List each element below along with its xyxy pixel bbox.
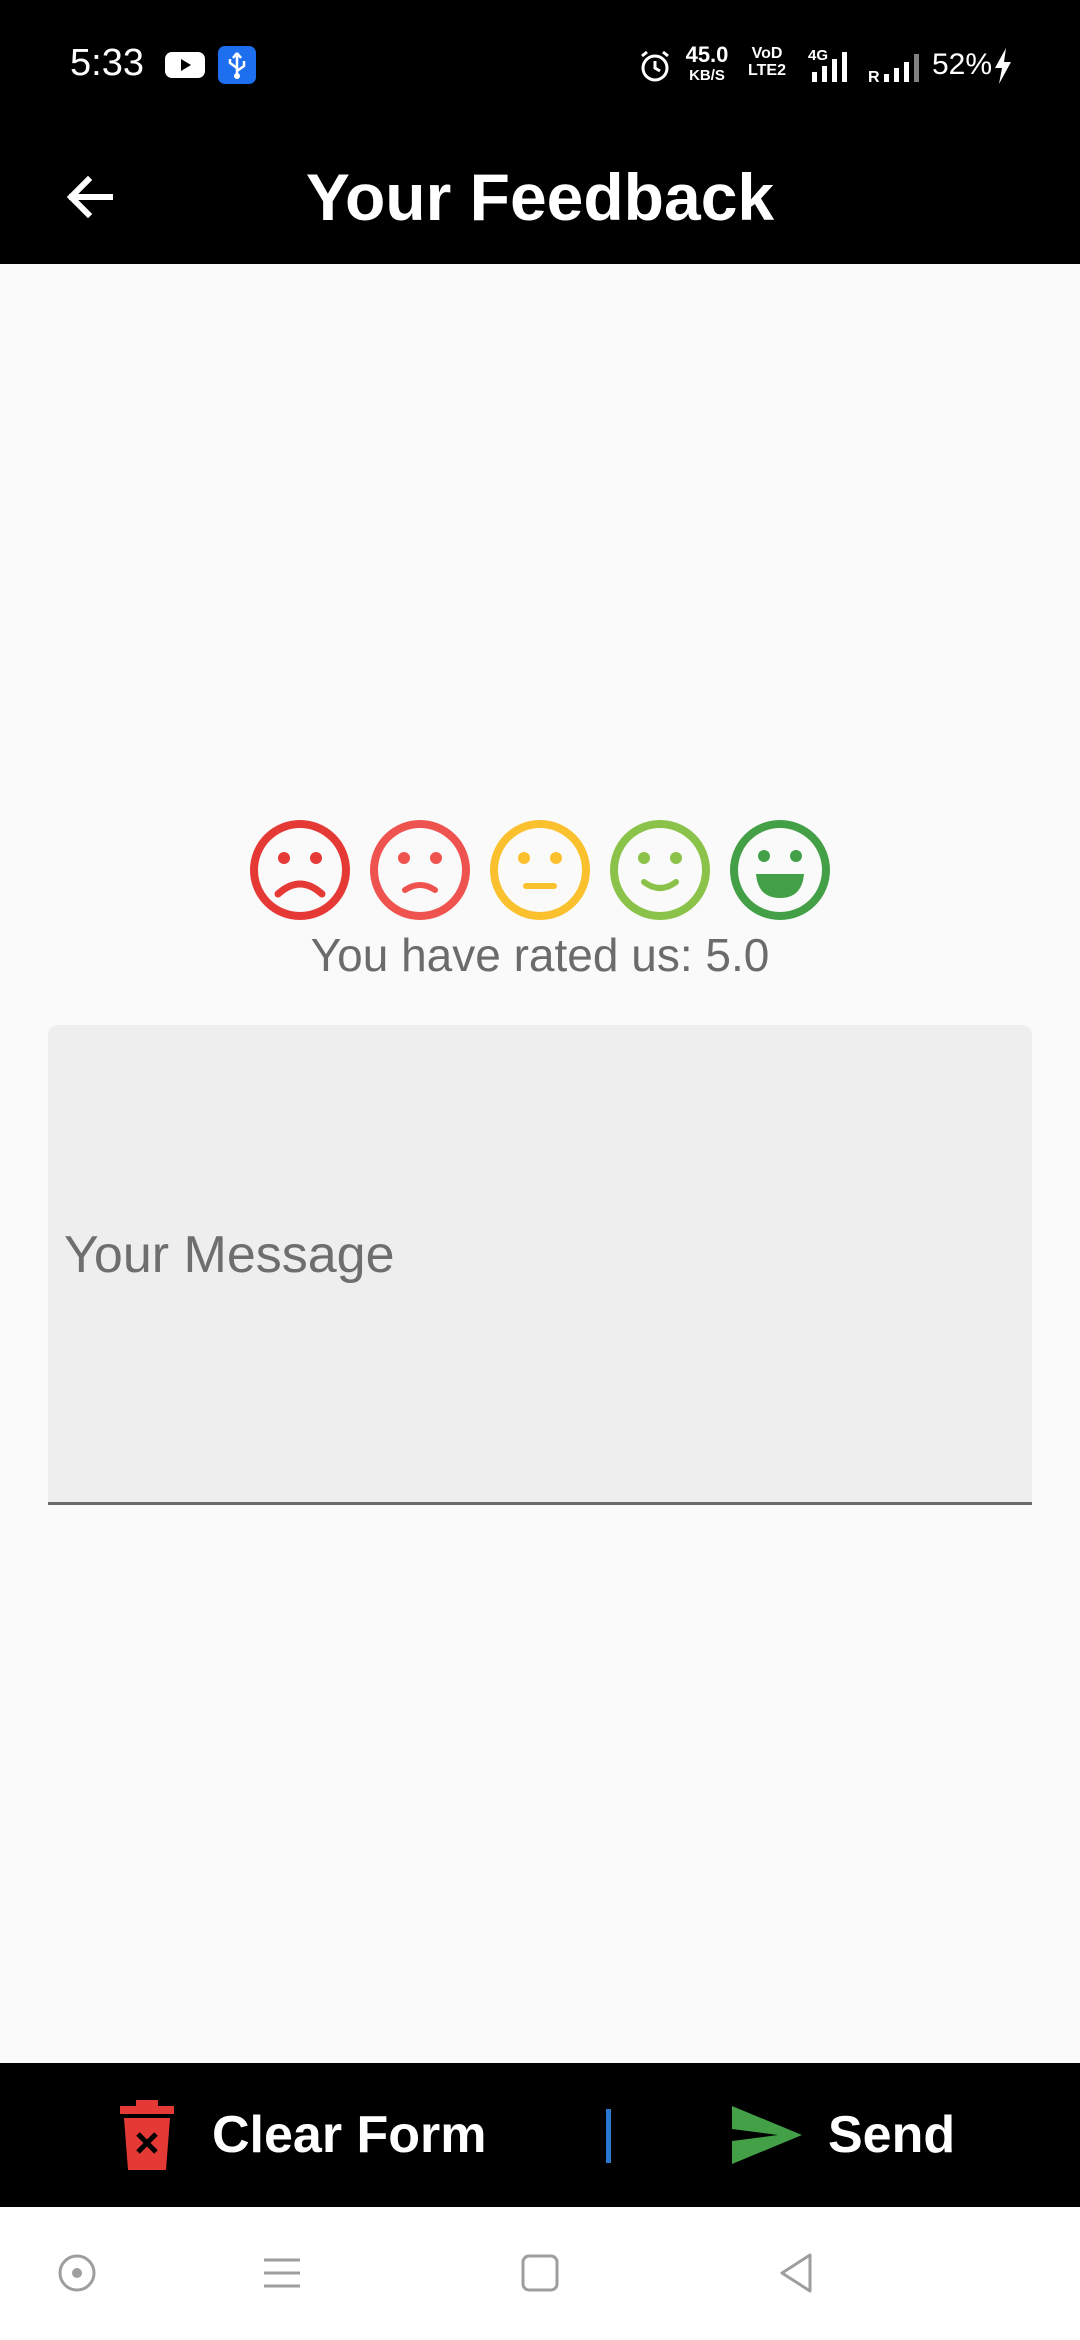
volte-line2: LTE2 <box>748 61 786 79</box>
home-icon[interactable] <box>510 2243 570 2303</box>
alarm-icon <box>641 50 669 82</box>
rating-bar[interactable] <box>248 818 832 922</box>
status-time: 5:33 <box>70 42 144 84</box>
signal-icon: 4G <box>808 47 847 82</box>
clear-form-button[interactable]: Clear Form <box>118 2083 487 2187</box>
very-dissatisfied-face-icon[interactable] <box>248 818 352 922</box>
clear-form-label: Clear Form <box>212 2106 487 2164</box>
system-nav-bar <box>0 2207 1080 2340</box>
message-field-container[interactable] <box>48 1025 1032 1505</box>
network-type: 4G <box>808 47 828 64</box>
trash-icon <box>120 2100 174 2170</box>
assistant-icon[interactable] <box>47 2243 107 2303</box>
battery-percent: 52% <box>932 48 993 81</box>
very-satisfied-face-icon[interactable] <box>728 818 832 922</box>
signal-roaming-icon: R <box>868 54 919 86</box>
back-icon[interactable] <box>766 2243 826 2303</box>
dissatisfied-face-icon[interactable] <box>368 818 472 922</box>
volte-indicator: VoD LTE2 <box>745 45 789 80</box>
network-speed: 45.0 KB/S <box>682 42 732 84</box>
send-label: Send <box>828 2106 956 2164</box>
message-field[interactable] <box>48 1025 1032 1502</box>
neutral-face-icon[interactable] <box>488 818 592 922</box>
app-bar: Your Feedback <box>0 130 1080 264</box>
roaming-indicator: R <box>868 69 880 86</box>
charging-icon <box>995 48 1011 84</box>
youtube-icon <box>165 52 205 78</box>
arrow-left-icon <box>66 175 113 219</box>
volte-line1: VoD <box>751 45 783 62</box>
network-speed-unit: KB/S <box>689 67 725 84</box>
usb-icon <box>218 46 256 84</box>
network-speed-value: 45.0 <box>685 42 729 67</box>
satisfied-face-icon[interactable] <box>608 818 712 922</box>
status-bar: 5:33 45.0 KB/S VoD LTE2 4G R 52% <box>0 0 1080 130</box>
action-bar: Clear Form Send <box>0 2063 1080 2207</box>
back-button[interactable] <box>48 155 132 239</box>
send-icon <box>732 2106 802 2164</box>
page-title: Your Feedback <box>305 160 775 234</box>
action-divider <box>606 2109 611 2163</box>
menu-icon[interactable] <box>252 2243 312 2303</box>
send-button[interactable]: Send <box>730 2083 955 2187</box>
rating-text: You have rated us: 5.0 <box>310 929 770 981</box>
